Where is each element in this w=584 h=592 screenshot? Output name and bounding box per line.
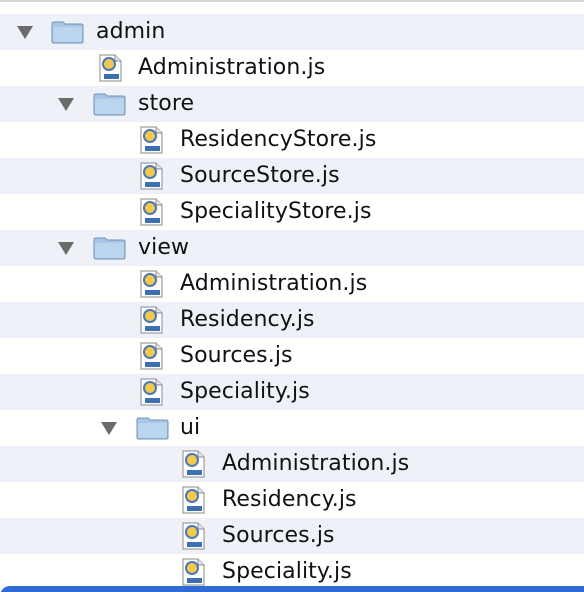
folder-label: admin xyxy=(96,19,166,44)
tree-row-view[interactable]: view xyxy=(0,230,584,266)
tree-row-admin[interactable]: admin xyxy=(0,14,584,50)
js-file-icon xyxy=(182,450,205,478)
file-label: ResidencyStore.js xyxy=(180,127,377,152)
js-file-icon xyxy=(140,306,163,334)
tree-row-ui[interactable]: ui xyxy=(0,410,584,446)
file-label: Speciality.js xyxy=(180,379,310,404)
folder-icon xyxy=(93,237,126,260)
file-label: Administration.js xyxy=(222,451,410,476)
disclosure-triangle-expanded-icon[interactable] xyxy=(17,26,33,39)
folder-label: view xyxy=(138,235,190,260)
folder-icon xyxy=(93,93,126,116)
file-label: Residency.js xyxy=(222,487,357,512)
tree-row-file[interactable]: Residency.js xyxy=(0,302,584,338)
tree-row-file[interactable]: SourceStore.js xyxy=(0,158,584,194)
js-file-icon xyxy=(182,486,205,514)
tree-row-file[interactable]: ResidencyStore.js xyxy=(0,122,584,158)
folder-label: store xyxy=(138,91,195,116)
folder-icon xyxy=(51,21,84,44)
tree-row-file[interactable]: Sources.js xyxy=(0,338,584,374)
disclosure-triangle-expanded-icon[interactable] xyxy=(58,98,74,111)
selected-row-highlight[interactable] xyxy=(0,586,584,592)
js-file-icon xyxy=(140,126,163,154)
tree-row-file[interactable]: Administration.js xyxy=(0,446,584,482)
file-label: SpecialityStore.js xyxy=(180,199,372,224)
tree-row-file[interactable]: Speciality.js xyxy=(0,374,584,410)
js-file-icon xyxy=(140,270,163,298)
js-file-icon xyxy=(99,54,122,82)
js-file-icon xyxy=(140,342,163,370)
disclosure-triangle-expanded-icon[interactable] xyxy=(101,422,117,435)
tree-row-file[interactable]: Administration.js xyxy=(0,266,584,302)
js-file-icon xyxy=(140,198,163,226)
tree-row-file[interactable]: Sources.js xyxy=(0,518,584,554)
tree-row-file[interactable]: Residency.js xyxy=(0,482,584,518)
js-file-icon xyxy=(140,162,163,190)
file-label: Residency.js xyxy=(180,307,315,332)
folder-label: ui xyxy=(180,415,201,440)
tree-row-file[interactable]: SpecialityStore.js xyxy=(0,194,584,230)
folder-icon xyxy=(136,417,169,440)
top-divider xyxy=(0,0,584,2)
file-label: Sources.js xyxy=(222,523,335,548)
file-label: Speciality.js xyxy=(222,559,352,584)
tree-row-file[interactable]: Administration.js xyxy=(0,50,584,86)
disclosure-triangle-expanded-icon[interactable] xyxy=(58,242,74,255)
js-file-icon xyxy=(182,522,205,550)
file-label: Administration.js xyxy=(180,271,368,296)
tree-row-store[interactable]: store xyxy=(0,86,584,122)
file-label: Administration.js xyxy=(138,55,326,80)
js-file-icon xyxy=(140,378,163,406)
tree-row-file[interactable]: Speciality.js xyxy=(0,554,584,590)
js-file-icon xyxy=(182,558,205,586)
file-tree: admin Administration.js store ResidencyS… xyxy=(0,0,584,592)
file-label: Sources.js xyxy=(180,343,293,368)
file-label: SourceStore.js xyxy=(180,163,340,188)
